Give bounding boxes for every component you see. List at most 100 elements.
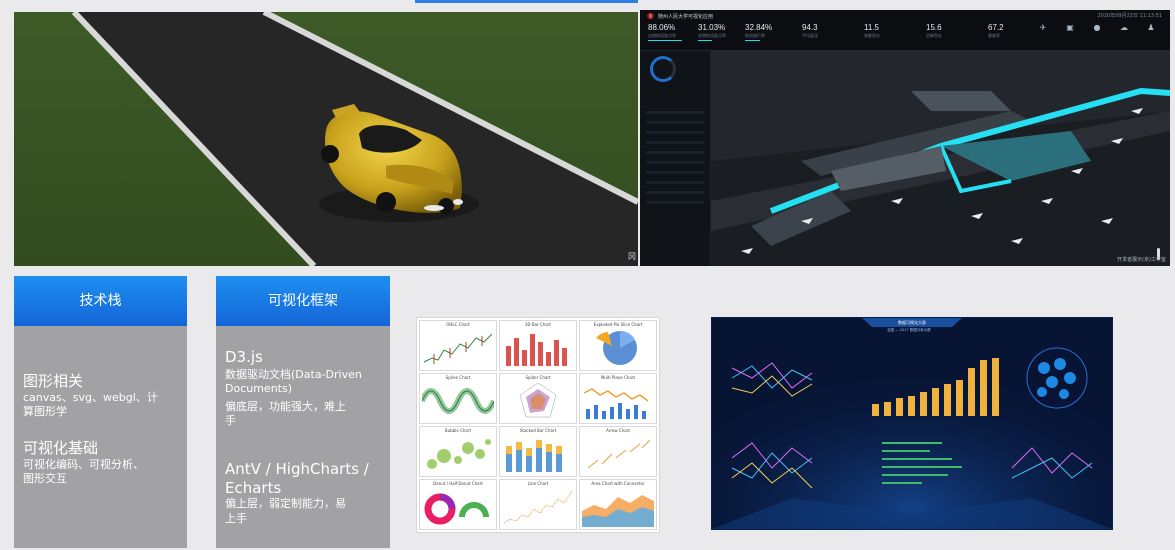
kpi-label: 客座率 [988,33,1000,38]
chart-gallery: OHLC Chart 3D Bar Chart Exploded Pie Sli… [416,317,660,533]
d3-text: 数据驱动文档(Data-Driven [225,368,362,381]
thumb-spider[interactable]: Spider Chart [499,373,577,424]
kpi-label: 进港航班准点率 [698,33,726,38]
list-item [646,151,704,154]
vis-basics-heading: 可视化基础 [23,439,99,457]
graphics-text: 算图形学 [23,405,67,418]
thumb-stacked-bar[interactable]: Stacked Bar Chart [499,426,577,477]
d3-text: Documents) [225,382,293,395]
antv-heading: Echarts [225,479,282,497]
list-item [646,181,704,184]
thumb-title: Bubble Chart [444,428,472,433]
thumb-title: Area Chart with Connector [591,481,645,486]
thumb-title: Spider Chart [525,375,551,380]
stacked-bar-chart [506,440,562,472]
big-screen-canvas [712,318,1112,529]
graphics-text: canvas、svg、webgl、计 [23,391,158,404]
list-item [646,111,704,114]
airport-aerial-view [711,51,1170,266]
data-big-screen: 数据可视化大屏 全国 — 2017 数据分析大屏 [711,317,1113,530]
line-chart [503,490,573,524]
list-item [646,141,704,144]
thumb-title: 3D Bar Chart [525,322,551,327]
kpi-bar [745,40,760,41]
thumb-donut[interactable]: Donut / Half-Donut Chart [419,479,497,530]
d3-text: 手 [225,414,236,427]
plane-icon[interactable]: ✈ [1038,23,1048,33]
vis-basics-text: 图形交互 [23,472,67,485]
thumb-3d-bar[interactable]: 3D Bar Chart [499,320,577,371]
thumb-ohlc[interactable]: OHLC Chart [419,320,497,371]
dashboard-left-panel [640,51,711,266]
thumb-spline[interactable]: Spline Chart [419,373,497,424]
antv-text: 偏上层，弱定制能力，易 [225,497,346,510]
spider-chart [519,382,557,418]
frameworks-panel: D3.js 数据驱动文档(Data-Driven Documents) 偏底层，… [216,326,390,548]
thumb-area[interactable]: Area Chart with Connector [579,479,657,530]
cloud-icon[interactable]: ☁ [1119,23,1129,33]
thumb-title: Spline Chart [445,375,471,380]
thumb-title: Line Chart [527,481,549,486]
dashboard-watermark: 开发者展示(京)工作室 [1117,257,1166,263]
kpi-label: 货邮吞吐 [926,33,942,38]
d3-heading: D3.js [225,348,263,366]
big-screen-title: 数据可视化大屏 [862,318,962,327]
thumb-title: Multi Plane Chart [600,375,636,380]
thumb-bubble[interactable]: Bubble Chart [419,426,497,477]
kpi-value: 67.2 [988,23,1004,32]
kpi-value: 15.6 [926,23,942,32]
antv-heading: AntV / HighCharts / [225,460,369,478]
dashboard-time: 2020年09月22日 11:13:51 [1097,13,1163,19]
kpi-label: 出港航班准点率 [648,33,676,38]
kpi-label: 旅客吞吐 [864,33,880,38]
donut-chart [424,493,489,525]
d3-text: 偏底层，功能强大，难上 [225,400,346,413]
top-accent-bar [415,0,638,3]
kpi-value: 94.3 [802,23,818,32]
thumb-title: Stacked Bar Chart [519,428,557,433]
bubble-chart [427,439,491,469]
airport-dashboard: ◉ 随州人民大学可视化应用 2020年09月22日 11:13:51 88.06… [640,10,1170,266]
list-item [646,161,704,164]
user-icon[interactable]: ♟ [1146,23,1156,33]
thumb-multi-plane[interactable]: Multi Plane Chart [579,373,657,424]
scene-watermark: 冈 [628,252,636,261]
thumb-line[interactable]: Line Chart [499,479,577,530]
graphics-heading: 图形相关 [23,372,84,390]
kpi-bar [648,40,682,41]
list-item [646,191,704,194]
spline-chart [422,388,494,414]
tech-stack-banner: 技术栈 [14,276,187,326]
list-item [646,171,704,174]
logo-icon: ◉ [647,11,654,20]
multi-plane-chart [583,388,649,419]
kpi-value: 88.06% [648,23,676,32]
bus-icon[interactable]: ▣ [1065,23,1075,33]
thumb-pie[interactable]: Exploded Pie Slice Chart [579,320,657,371]
frameworks-banner: 可视化框架 [216,276,390,326]
kpi-label: 航班放行率 [745,33,765,38]
list-item [646,201,704,204]
gauge [650,56,676,82]
area-chart [582,495,654,527]
tech-stack-panel: 图形相关 canvas、svg、webgl、计 算图形学 可视化基础 可视化编码… [14,326,187,548]
kpi-label: 平均延误 [802,33,818,38]
arrow-chart [587,439,651,469]
thumb-title: OHLC Chart [446,322,470,327]
ohlc-chart [423,333,493,364]
dashboard-header: ◉ 随州人民大学可视化应用 2020年09月22日 11:13:51 88.06… [640,10,1170,51]
thumb-title: Donut / Half-Donut Chart [433,481,483,486]
thumb-arrow[interactable]: Arrow Chart [579,426,657,477]
thumb-title: Arrow Chart [606,428,630,433]
pin-icon[interactable]: ● [1092,23,1102,33]
bar-chart [506,334,567,366]
car-3d-scene: 冈 [14,12,638,266]
list-item [646,131,704,134]
kpi-value: 32.84% [745,23,773,32]
antv-text: 上手 [225,512,247,525]
kpi-value: 11.5 [864,23,879,32]
thumb-title: Exploded Pie Slice Chart [593,322,643,327]
vis-basics-text: 可视化编码、可视分析、 [23,458,144,471]
kpi-value: 31.03% [698,23,726,32]
kpi-bar [698,40,712,41]
